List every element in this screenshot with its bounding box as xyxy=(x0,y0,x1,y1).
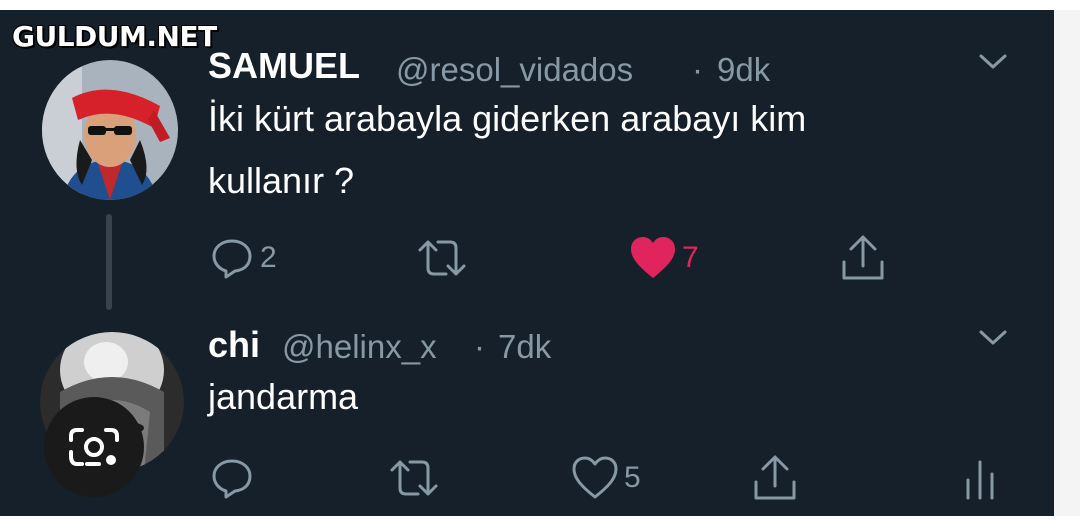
retweet-button[interactable] xyxy=(386,454,442,502)
tweet-thread-panel: SAMUEL @resol_vidados · 9dk İki kürt ara… xyxy=(0,10,1054,516)
thread-connector-line xyxy=(106,214,112,310)
meta-separator: · xyxy=(474,328,485,365)
share-button[interactable] xyxy=(748,452,802,504)
like-button[interactable]: 7 xyxy=(628,234,699,282)
heart-icon xyxy=(572,456,618,499)
tweet-text-line: İki kürt arabayla giderken arabayı kim xyxy=(208,98,807,139)
watermark-logo: GULDUM.NET xyxy=(12,20,217,53)
bar-chart-icon xyxy=(966,460,994,500)
camera-lens-icon xyxy=(69,428,119,466)
share-icon xyxy=(754,455,796,500)
tweet-timestamp[interactable]: 9dk xyxy=(717,51,770,89)
tweet-author-handle[interactable]: @helinx_x xyxy=(282,328,437,366)
tweet-text-line: kullanır ? xyxy=(208,160,355,201)
meta-separator: · xyxy=(692,51,703,88)
chevron-down-icon[interactable] xyxy=(976,328,1010,348)
page-edge xyxy=(1054,10,1080,516)
tweet-text-line: jandarma xyxy=(208,376,359,417)
reply-button[interactable] xyxy=(208,454,256,502)
reply-button[interactable]: 2 xyxy=(208,234,277,282)
heart-icon xyxy=(631,237,675,278)
like-count: 5 xyxy=(624,461,641,494)
chevron-down-icon[interactable] xyxy=(976,52,1010,72)
like-count: 7 xyxy=(682,241,699,274)
analytics-button[interactable] xyxy=(960,456,1000,502)
tweet-author-handle[interactable]: @resol_vidados xyxy=(396,51,633,89)
visual-search-button[interactable] xyxy=(44,397,144,497)
retweet-button[interactable] xyxy=(414,234,470,282)
reply-icon xyxy=(212,239,252,279)
share-icon xyxy=(842,235,884,280)
like-button[interactable]: 5 xyxy=(570,454,641,502)
tweet-author-name[interactable]: chi xyxy=(208,324,260,366)
avatar[interactable] xyxy=(42,60,178,200)
tweet-timestamp[interactable]: 7dk xyxy=(498,328,551,366)
reply-icon xyxy=(212,459,252,499)
tweet-author-name[interactable]: SAMUEL xyxy=(208,45,360,87)
reply-count: 2 xyxy=(260,241,277,274)
retweet-icon xyxy=(418,240,466,276)
retweet-icon xyxy=(390,460,438,496)
share-button[interactable] xyxy=(836,232,890,284)
